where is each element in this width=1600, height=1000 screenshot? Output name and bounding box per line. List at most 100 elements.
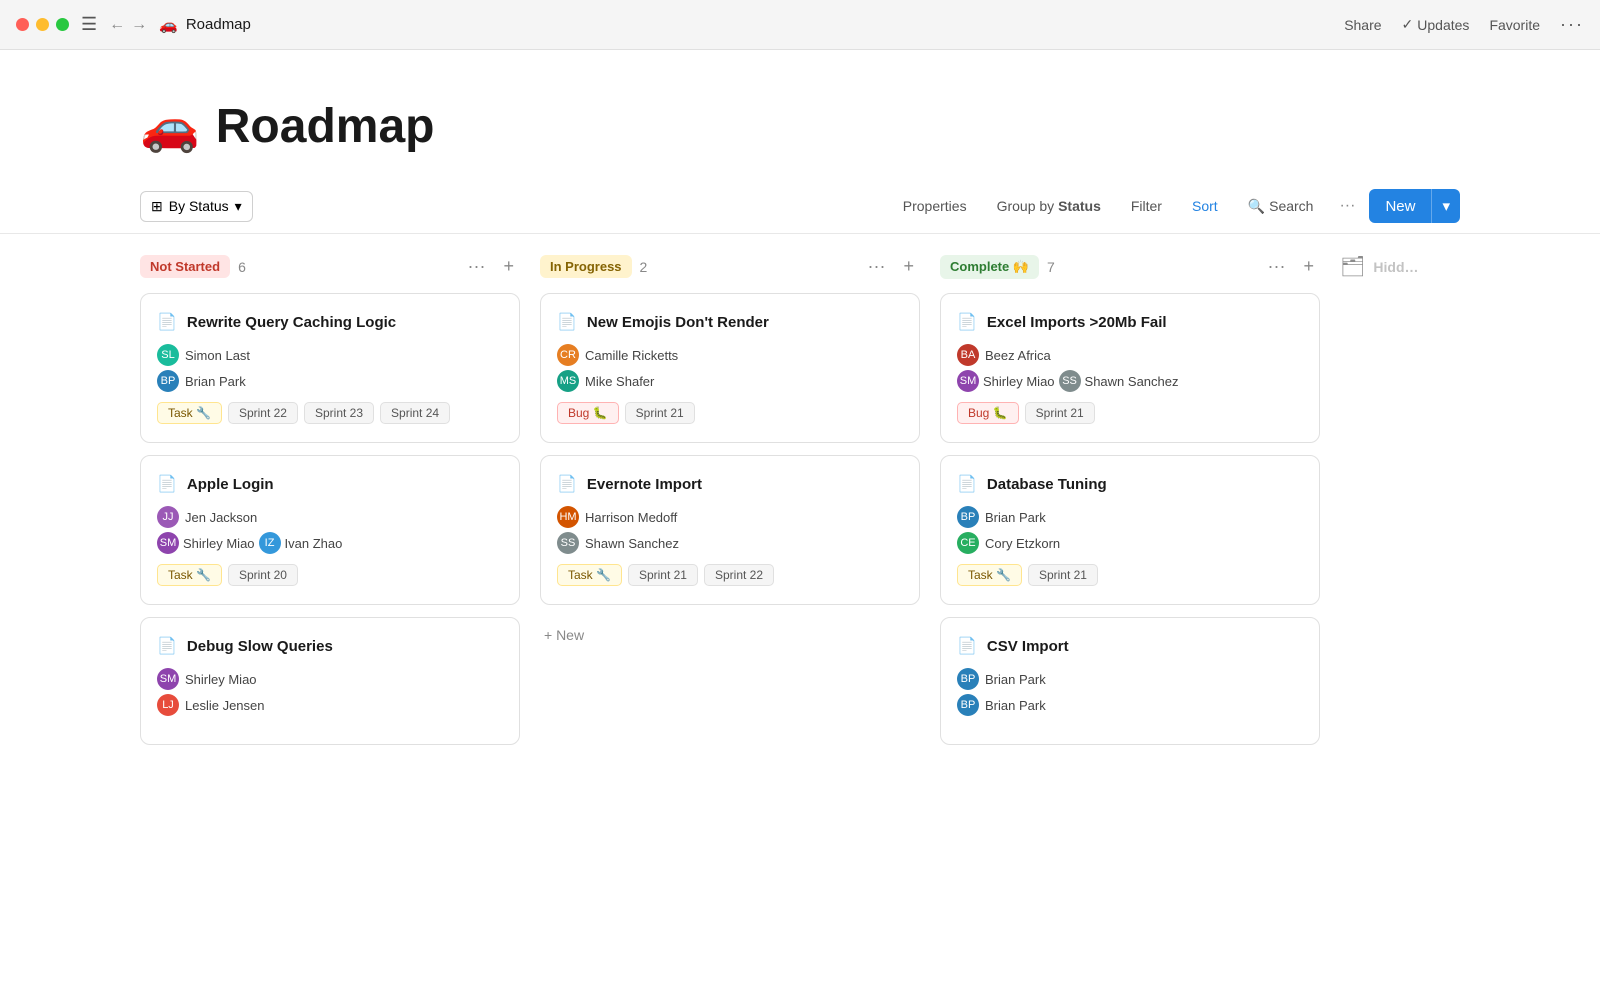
back-button[interactable]: ← <box>109 16 125 34</box>
card-title: 📄CSV Import <box>957 636 1303 656</box>
column-more-button-in-progress[interactable]: ··· <box>862 254 892 279</box>
avatar: BA <box>957 344 979 366</box>
hidden-column-icon: 🗂 <box>1340 254 1365 279</box>
assignee-row: HMHarrison Medoff <box>557 506 903 528</box>
new-button[interactable]: New ▾ <box>1369 189 1460 223</box>
column-header-actions-not-started: ···+ <box>462 254 521 279</box>
forward-button[interactable]: → <box>131 16 147 34</box>
card-tag: Bug 🐛 <box>957 402 1019 424</box>
card-title-text: Debug Slow Queries <box>187 638 333 655</box>
assignee-row: BPBrian Park <box>957 506 1303 528</box>
card-tag: Task 🔧 <box>557 564 622 586</box>
page-name-label: Roadmap <box>186 16 251 33</box>
assignee-row: SSShawn Sanchez <box>557 532 903 554</box>
assignee-name: Leslie Jensen <box>185 698 265 713</box>
card[interactable]: 📄Evernote ImportHMHarrison MedoffSSShawn… <box>540 455 920 605</box>
card[interactable]: 📄Rewrite Query Caching LogicSLSimon Last… <box>140 293 520 443</box>
column-hidden: 🗂 Hidd… <box>1340 254 1600 293</box>
page-title: 🚗 Roadmap <box>140 98 1460 155</box>
avatar: CR <box>557 344 579 366</box>
hidden-column-label: Hidd… <box>1373 259 1418 275</box>
grid-icon: ⊞ <box>151 198 163 215</box>
assignee-name: Brian Park <box>985 698 1046 713</box>
title-bar: ☰ ← → 🚗 Roadmap Share ✓ Updates Favorite… <box>0 0 1600 50</box>
assignee-row: BABeez Africa <box>957 344 1303 366</box>
page-title-bar: 🚗 Roadmap <box>159 16 251 34</box>
group-by-button[interactable]: Group by Status <box>985 192 1113 220</box>
card[interactable]: 📄Debug Slow QueriesSMShirley MiaoLJLesli… <box>140 617 520 745</box>
properties-button[interactable]: Properties <box>891 192 979 220</box>
card-title-text: Excel Imports >20Mb Fail <box>987 314 1167 331</box>
assignee-name: Shawn Sanchez <box>585 536 679 551</box>
card[interactable]: 📄Database TuningBPBrian ParkCECory Etzko… <box>940 455 1320 605</box>
assignee-row: BP Brian Park <box>157 370 503 392</box>
more-button[interactable]: ··· <box>1560 14 1584 35</box>
avatar: HM <box>557 506 579 528</box>
toolbar-more-button[interactable]: ··· <box>1331 193 1363 219</box>
card-tag: Task 🔧 <box>157 402 222 424</box>
avatar: BP <box>957 506 979 528</box>
avatar: BP <box>157 370 179 392</box>
favorite-button[interactable]: Favorite <box>1489 17 1540 33</box>
card[interactable]: 📄Apple LoginJJJen JacksonSMShirley MiaoI… <box>140 455 520 605</box>
card[interactable]: 📄CSV Import BPBrian ParkBPBrian Park <box>940 617 1320 745</box>
column-add-button-not-started[interactable]: + <box>497 254 520 279</box>
card-title: 📄Database Tuning <box>957 474 1303 494</box>
avatar: SM <box>157 532 179 554</box>
card-tag: Sprint 24 <box>380 402 450 424</box>
doc-icon: 📄 <box>157 312 177 332</box>
header-title-text: Roadmap <box>216 99 435 154</box>
menu-icon[interactable]: ☰ <box>81 14 97 35</box>
card-assignees: CRCamille RickettsMSMike Shafer <box>557 344 903 392</box>
card[interactable]: 📄New Emojis Don't RenderCRCamille Ricket… <box>540 293 920 443</box>
sort-button[interactable]: Sort <box>1180 192 1230 220</box>
group-by-label: Group by <box>997 198 1058 214</box>
card[interactable]: 📄 Excel Imports >20Mb Fail BABeez Africa SM… <box>940 293 1320 443</box>
new-button-arrow-icon[interactable]: ▾ <box>1431 189 1460 223</box>
card-tag: Sprint 21 <box>1025 402 1095 424</box>
card-assignees: SMShirley MiaoLJLeslie Jensen <box>157 668 503 716</box>
assignee-name: Shirley Miao <box>183 536 255 551</box>
assignee-row: LJLeslie Jensen <box>157 694 503 716</box>
card-tag: Sprint 23 <box>304 402 374 424</box>
doc-icon: 📄 <box>957 312 977 332</box>
card-title-text: Apple Login <box>187 476 274 493</box>
assignee-name: Shirley Miao <box>983 374 1055 389</box>
search-label: Search <box>1269 198 1313 214</box>
search-icon: 🔍 <box>1248 198 1265 215</box>
column-count-complete: 7 <box>1047 259 1055 275</box>
assignee-row: SMShirley MiaoIZIvan Zhao <box>157 532 503 554</box>
column-header-actions-complete: ···+ <box>1262 254 1321 279</box>
column-more-button-not-started[interactable]: ··· <box>462 254 492 279</box>
updates-button[interactable]: ✓ Updates <box>1402 16 1470 33</box>
minimize-button[interactable] <box>36 18 49 31</box>
card-title: 📄Rewrite Query Caching Logic <box>157 312 503 332</box>
assignee-name: Brian Park <box>185 374 246 389</box>
card-tags: Bug 🐛 Sprint 21 <box>957 402 1303 424</box>
column-add-button-in-progress[interactable]: + <box>897 254 920 279</box>
card-assignees: JJJen JacksonSMShirley MiaoIZIvan Zhao <box>157 506 503 554</box>
assignee-row: JJJen Jackson <box>157 506 503 528</box>
title-bar-left: ☰ ← → 🚗 Roadmap <box>16 14 251 35</box>
avatar: JJ <box>157 506 179 528</box>
close-button[interactable] <box>16 18 29 31</box>
card-tag: Sprint 20 <box>228 564 298 586</box>
card-tag: Sprint 21 <box>625 402 695 424</box>
share-button[interactable]: Share <box>1344 17 1381 33</box>
toolbar-actions: Properties Group by Status Filter Sort 🔍… <box>891 189 1460 223</box>
filter-button[interactable]: Filter <box>1119 192 1174 220</box>
card-title: 📄Apple Login <box>157 474 503 494</box>
assignee-name: Simon Last <box>185 348 250 363</box>
column-add-button-complete[interactable]: + <box>1297 254 1320 279</box>
new-card-button[interactable]: + New <box>540 617 920 653</box>
card-assignees: BPBrian ParkBPBrian Park <box>957 668 1303 716</box>
card-tags: Task 🔧Sprint 22Sprint 23Sprint 24 <box>157 402 503 424</box>
column-count-in-progress: 2 <box>640 259 648 275</box>
check-icon: ✓ <box>1402 16 1414 33</box>
column-more-button-complete[interactable]: ··· <box>1262 254 1292 279</box>
search-button[interactable]: 🔍 Search <box>1236 192 1326 221</box>
doc-icon: 📄 <box>557 312 577 332</box>
maximize-button[interactable] <box>56 18 69 31</box>
by-status-button[interactable]: ⊞ By Status ▾ <box>140 191 253 222</box>
assignee-row: SMShirley MiaoSSShawn Sanchez <box>957 370 1303 392</box>
